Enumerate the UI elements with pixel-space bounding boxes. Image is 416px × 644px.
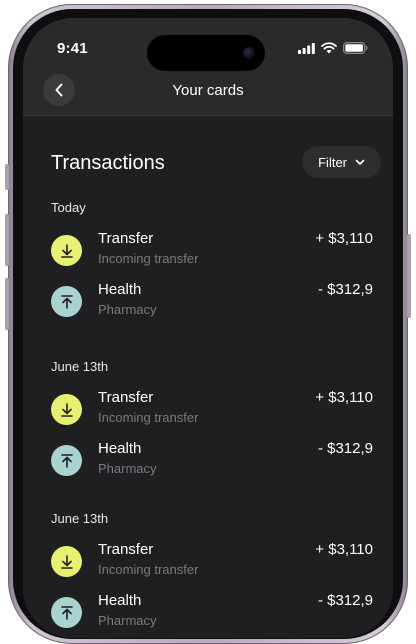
filter-label: Filter	[318, 154, 347, 170]
volume-up-button	[5, 214, 9, 266]
transaction-name: Transfer	[98, 230, 154, 247]
transaction-row[interactable]: Transfer Incoming transfer + $3,110	[51, 389, 373, 429]
transaction-icon-badge	[51, 286, 82, 317]
transaction-row[interactable]: Health Pharmacy - $312,9	[51, 440, 373, 480]
page-title: Your cards	[172, 82, 244, 99]
chevron-down-icon	[355, 159, 365, 165]
phone-bezel: 9:41 Your cards Transactions Filter Toda…	[13, 9, 403, 639]
transaction-detail: Incoming transfer	[98, 251, 199, 266]
date-section-label: June 13th	[51, 511, 109, 526]
transaction-detail: Pharmacy	[98, 302, 157, 317]
transaction-detail: Pharmacy	[98, 613, 157, 628]
volume-down-button	[5, 278, 9, 330]
transaction-detail: Incoming transfer	[98, 410, 199, 425]
transaction-name: Health	[98, 592, 142, 609]
arrow-down-to-line-icon	[60, 554, 73, 569]
transaction-icon-badge	[51, 597, 82, 628]
transaction-amount: - $312,9	[317, 592, 373, 609]
transaction-icon-badge	[51, 394, 82, 425]
date-section-label: Today	[51, 200, 86, 215]
screen: 9:41 Your cards Transactions Filter Toda…	[23, 18, 393, 638]
date-section-label: June 13th	[51, 359, 109, 374]
arrow-up-from-line-icon	[60, 605, 73, 620]
wifi-icon	[321, 42, 337, 54]
arrow-up-from-line-icon	[60, 294, 73, 309]
transactions-heading: Transactions	[51, 152, 165, 174]
transaction-row[interactable]: Transfer Incoming transfer + $3,110	[51, 541, 373, 581]
transaction-icon-badge	[51, 235, 82, 266]
transaction-amount: + $3,110	[315, 389, 373, 406]
transaction-detail: Pharmacy	[98, 461, 157, 476]
arrow-up-from-line-icon	[60, 453, 73, 468]
top-bar: 9:41 Your cards	[23, 18, 393, 116]
transaction-name: Health	[98, 281, 142, 298]
transaction-amount: - $312,9	[317, 281, 373, 298]
transaction-icon-badge	[51, 445, 82, 476]
arrow-down-to-line-icon	[60, 243, 73, 258]
transaction-detail: Incoming transfer	[98, 562, 199, 577]
status-time: 9:41	[57, 40, 88, 57]
phone-frame: 9:41 Your cards Transactions Filter Toda…	[5, 4, 411, 644]
transaction-amount: + $3,110	[315, 541, 373, 558]
transaction-amount: - $312,9	[317, 440, 373, 457]
dynamic-island	[147, 35, 265, 71]
filter-button[interactable]: Filter	[302, 146, 381, 178]
power-button	[407, 234, 411, 318]
arrow-down-to-line-icon	[60, 402, 73, 417]
transaction-row[interactable]: Health Pharmacy - $312,9	[51, 281, 373, 321]
transaction-name: Transfer	[98, 541, 154, 558]
transaction-row[interactable]: Health Pharmacy - $312,9	[51, 592, 373, 632]
mute-switch	[5, 164, 9, 190]
cellular-signal-icon	[298, 42, 315, 54]
transaction-name: Health	[98, 440, 142, 457]
battery-icon	[343, 42, 368, 54]
transaction-amount: + $3,110	[315, 230, 373, 247]
camera-icon	[243, 47, 255, 59]
transaction-name: Transfer	[98, 389, 154, 406]
status-icons	[298, 42, 368, 54]
transaction-icon-badge	[51, 546, 82, 577]
transaction-row[interactable]: Transfer Incoming transfer + $3,110	[51, 230, 373, 270]
